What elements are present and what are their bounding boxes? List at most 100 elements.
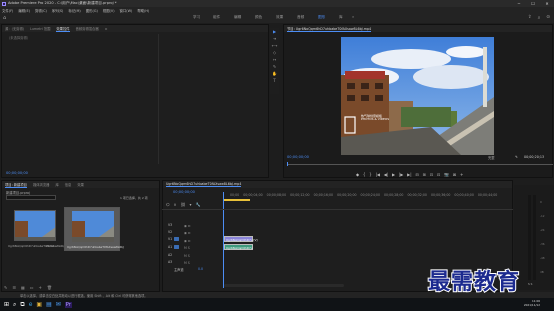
tab-libraries[interactable]: 库 [55, 182, 58, 187]
system-clock[interactable]: 11:06 2021/11/12 [524, 299, 540, 307]
mute-solo-icon[interactable]: M S [184, 253, 190, 260]
effect-controls-timecode[interactable]: 00;00;00;00 [6, 171, 28, 175]
track-target-a1[interactable] [174, 245, 179, 249]
menu-marker[interactable]: 标记(M) [68, 8, 80, 13]
tab-lumetri-scopes[interactable]: Lumetri 范围 [30, 26, 50, 31]
taskbar-search-icon[interactable]: ⌕ [13, 301, 16, 309]
extract-icon[interactable]: ⊞ [423, 172, 426, 177]
icon-view-icon[interactable]: ▦ [21, 285, 25, 291]
hand-tool-icon[interactable]: ✋ [270, 70, 279, 77]
mark-in-icon[interactable]: { [363, 172, 366, 177]
workspace-tab-editing[interactable]: 编辑 [234, 15, 241, 20]
menu-sequence[interactable]: 序列(S) [52, 8, 64, 13]
program-playhead[interactable] [287, 162, 288, 166]
track-select-tool-icon[interactable]: ⇥ [270, 35, 279, 42]
track-a1[interactable]: A1 [168, 245, 172, 249]
workspace-tab-libraries[interactable]: 库 [339, 15, 343, 20]
tab-effect-controls[interactable]: 效果控件 [56, 26, 70, 32]
add-marker-icon[interactable]: ◆ [356, 172, 359, 177]
program-title[interactable]: 节目: Ugr6NoQqm6hD7uhbabeT0fAXsaw8L6bJ.mp4 [287, 26, 372, 32]
go-to-out-icon[interactable]: ▶| [407, 172, 411, 177]
close-button[interactable]: ✕ [540, 0, 554, 7]
track-v1[interactable]: V1 [168, 237, 172, 241]
file-explorer-icon[interactable]: ▣ [36, 301, 42, 308]
search-icon[interactable]: ⌕ [538, 15, 541, 21]
menu-file[interactable]: 文件(F) [2, 8, 13, 13]
timeline-horizontal-scrollbar[interactable] [224, 284, 344, 287]
snap-icon[interactable]: ∩ [174, 202, 177, 207]
meter-solo-buttons[interactable]: S S [528, 282, 532, 286]
menu-edit[interactable]: 编辑(E) [18, 8, 30, 13]
safe-margins-icon[interactable]: ⊡ [437, 172, 440, 177]
selection-tool-icon[interactable]: ▶ [270, 28, 279, 35]
track-a3[interactable]: A3 [168, 260, 172, 264]
menu-window[interactable]: 窗口(W) [120, 8, 133, 13]
step-forward-icon[interactable]: |▶ [399, 172, 403, 177]
work-area-bar[interactable] [224, 199, 250, 201]
trash-icon[interactable]: 🗑 [47, 285, 52, 291]
eye-icon[interactable]: ◉ ⊡ [184, 238, 190, 245]
timeline-timecode[interactable]: 00;00;00;00 [173, 190, 195, 194]
share-icon[interactable]: ⇪ [528, 15, 532, 21]
add-marker-timeline-icon[interactable]: ▾ [190, 202, 192, 207]
task-view-icon[interactable]: ⧉ [20, 301, 24, 309]
master-volume[interactable]: 0.0 [198, 267, 203, 271]
go-to-in-icon[interactable]: |◀ [376, 172, 380, 177]
notification-icon[interactable]: ⊙ [546, 15, 550, 21]
type-tool-icon[interactable]: T [270, 77, 279, 84]
track-a2[interactable]: A2 [168, 253, 172, 257]
compare-icon[interactable]: ⊡ [430, 172, 433, 177]
premiere-taskbar-icon[interactable]: Pr [64, 301, 72, 308]
program-timecode[interactable]: 00;00;00;00 [287, 155, 309, 159]
menu-view[interactable]: 视图(V) [103, 8, 115, 13]
slip-tool-icon[interactable]: ↦ [270, 56, 279, 63]
timeline-settings-icon[interactable]: 🔧 [196, 202, 201, 207]
vr-icon[interactable]: ⊠ [453, 172, 456, 177]
program-fit-select[interactable]: 完整 [488, 155, 495, 160]
write-lock-icon[interactable]: ✎ [4, 285, 7, 291]
menu-graphics[interactable]: 图形(G) [86, 8, 98, 13]
button-editor-icon[interactable]: + [460, 172, 463, 177]
new-bin-icon[interactable]: ▭ [30, 285, 34, 291]
audio-clip[interactable]: Ugr6NoQqm6hD7u [224, 244, 253, 250]
mail-icon[interactable]: ✉ [56, 301, 61, 308]
new-item-icon[interactable]: + [39, 285, 42, 291]
panel-menu-icon[interactable]: ≡ [105, 27, 108, 31]
home-icon[interactable]: ⌂ [3, 15, 6, 21]
store-icon[interactable]: ▤ [46, 301, 52, 308]
menu-clip[interactable]: 剪辑(C) [35, 8, 47, 13]
video-clip[interactable]: Ugr6NoQqm6hD7u [V] [224, 236, 258, 242]
project-item-thumbnail[interactable] [14, 210, 56, 241]
project-search-input[interactable] [6, 195, 56, 200]
workspace-more-icon[interactable]: » [352, 15, 354, 19]
project-item-selected[interactable]: Ugr6NoQqm6hD7uhbabeT0fAXsaw8L6bJ [64, 207, 124, 251]
workspace-tab-audio[interactable]: 音频 [297, 15, 304, 20]
windows-start-icon[interactable]: ⊞ [4, 301, 9, 308]
wrench-icon[interactable]: ✎ [515, 155, 518, 159]
workspace-tab-assembly[interactable]: 组件 [213, 15, 220, 20]
program-scrubber[interactable] [287, 164, 553, 165]
tab-source[interactable]: 源：(无剪辑) [5, 26, 24, 31]
tab-audio-clip-mixer[interactable]: 音频剪辑混合器 [76, 26, 99, 31]
razor-tool-icon[interactable]: ◇ [270, 49, 279, 56]
maximize-button[interactable]: ☐ [526, 0, 540, 7]
workspace-tab-color[interactable]: 颜色 [255, 15, 262, 20]
lift-icon[interactable]: ⊟ [415, 172, 418, 177]
eye-icon[interactable]: ◉ ⊡ [184, 230, 190, 237]
linked-selection-icon[interactable]: ⛓ [180, 202, 185, 207]
workspace-tab-learn[interactable]: 学习 [193, 15, 200, 20]
program-video-frame[interactable]: 热气球创意模板 PHOTOS & VIDEOS [341, 37, 494, 155]
ripple-edit-tool-icon[interactable]: ⟷ [270, 42, 279, 49]
list-view-icon[interactable]: ☰ [12, 285, 16, 291]
edge-icon[interactable]: e [29, 301, 33, 308]
track-v3[interactable]: V3 [168, 223, 172, 227]
track-target-v1[interactable] [174, 237, 179, 241]
mute-solo-icon[interactable]: M S [184, 245, 190, 252]
play-icon[interactable]: ▶ [392, 172, 395, 177]
mute-solo-icon[interactable]: M S [184, 260, 190, 267]
workspace-tab-effects[interactable]: 效果 [276, 15, 283, 20]
workspace-tab-graphics[interactable]: 图形 [318, 15, 325, 20]
menu-help[interactable]: 帮助(H) [137, 8, 149, 13]
eye-icon[interactable]: ◉ ⊡ [184, 223, 190, 230]
tab-media-browser[interactable]: 媒体浏览器 [33, 182, 49, 187]
